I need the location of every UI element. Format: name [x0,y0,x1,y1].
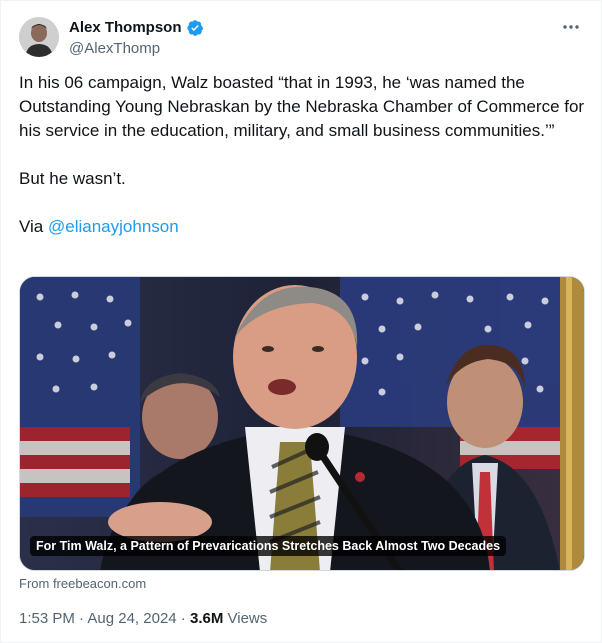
tweet-text: In his 06 campaign, Walz boasted “that i… [19,71,585,239]
tweet-header: Alex Thompson @AlexThomp [19,15,583,59]
author-names: Alex Thompson @AlexThomp [69,18,204,59]
tweet-card: Alex Thompson @AlexThomp In his 06 campa… [0,0,602,643]
avatar[interactable] [19,17,59,57]
views-count: 3.6M [189,610,224,627]
verified-badge-icon[interactable] [186,19,204,37]
tweet-paragraph: In his 06 campaign, Walz boasted “that i… [19,73,585,140]
link-card-source[interactable]: From freebeacon.com [19,576,146,592]
meta-separator: · [74,610,88,627]
via-prefix: Via [19,217,48,236]
tweet-date[interactable]: Aug 24, 2024 [87,610,176,627]
link-card-headline[interactable]: For Tim Walz, a Pattern of Prevarication… [30,536,507,556]
more-horizontal-icon[interactable] [559,17,583,37]
tweet-meta: 1:53 PM · Aug 24, 2024 · 3.6M Views [19,609,267,629]
mention-link[interactable]: @elianayjohnson [48,217,179,236]
tweet-paragraph: But he wasn’t. [19,169,126,188]
author-handle[interactable]: @AlexThomp [69,39,204,59]
display-name-row: Alex Thompson [69,18,204,38]
link-card-image[interactable]: For Tim Walz, a Pattern of Prevarication… [19,276,585,571]
tweet-via-line: Via @elianayjohnson [19,215,585,239]
news-photo-icon [20,277,584,570]
profile-photo-icon [19,17,59,57]
meta-separator: · [176,610,190,627]
tweet-time[interactable]: 1:53 PM [19,610,75,627]
display-name[interactable]: Alex Thompson [69,18,182,38]
views-label: Views [223,610,268,627]
